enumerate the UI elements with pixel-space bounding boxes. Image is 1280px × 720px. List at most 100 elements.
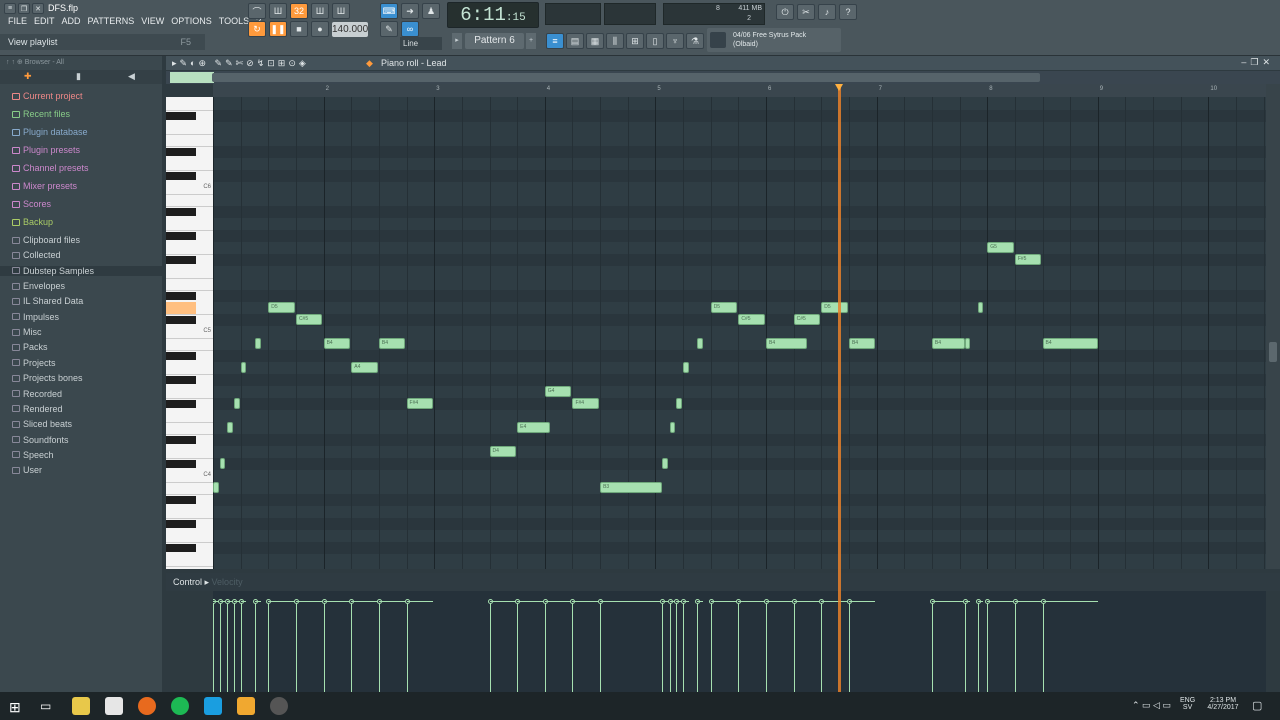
velocity-bar[interactable] <box>323 601 325 692</box>
note[interactable]: F#4 <box>572 398 599 409</box>
note[interactable] <box>697 338 703 349</box>
control-selector[interactable]: Control ▸ Velocity <box>173 577 243 588</box>
playhead[interactable] <box>837 84 841 692</box>
black-key[interactable] <box>166 232 196 240</box>
note[interactable]: B4 <box>848 338 876 349</box>
menu-item[interactable]: PATTERNS <box>88 16 135 30</box>
note[interactable]: B4 <box>1042 338 1098 349</box>
wait-icon[interactable]: ♟ <box>422 3 440 19</box>
note[interactable] <box>255 338 261 349</box>
black-key[interactable] <box>166 376 196 384</box>
velocity-bar[interactable] <box>738 601 740 692</box>
record-button[interactable]: ● <box>311 21 329 37</box>
browser-item[interactable]: Rendered <box>12 404 63 414</box>
velocity-bar[interactable] <box>295 601 297 692</box>
velocity-bar[interactable] <box>987 601 989 692</box>
firefox-icon[interactable] <box>138 697 156 715</box>
render-icon[interactable]: ⚗ <box>686 33 704 49</box>
mixer-icon[interactable]: ⫼ <box>606 33 624 49</box>
velocity-bar[interactable] <box>600 601 602 692</box>
windows-start-icon[interactable]: ⊞ <box>9 699 21 716</box>
note[interactable]: D5 <box>268 302 295 313</box>
velocity-bar[interactable] <box>517 601 519 692</box>
browser-item[interactable]: Channel presets <box>12 163 89 173</box>
tempo-tap-icon[interactable]: ⌒ <box>248 3 266 19</box>
browser-item[interactable]: Clipboard files <box>12 235 80 245</box>
store-icon[interactable] <box>105 697 123 715</box>
piano-roll-tools[interactable]: ▸✎◐⊕ ✎✎✄⊘↯⊡⊞⊙◈ <box>172 58 309 69</box>
black-key[interactable] <box>166 148 196 156</box>
velocity-bar[interactable] <box>669 601 671 692</box>
pattern-add-icon[interactable]: + <box>526 33 536 49</box>
note[interactable]: G5 <box>987 242 1014 253</box>
note[interactable] <box>683 362 689 373</box>
browser-item[interactable]: Scores <box>12 199 51 209</box>
browser-item[interactable]: IL Shared Data <box>12 296 83 306</box>
keyboard-zoom-handle[interactable] <box>170 72 214 83</box>
velocity-bar[interactable] <box>821 601 823 692</box>
note[interactable] <box>662 458 668 469</box>
note[interactable]: C#5 <box>738 314 765 325</box>
velocity-bar[interactable] <box>793 601 795 692</box>
note[interactable]: B4 <box>323 338 351 349</box>
velocity-bar[interactable] <box>848 601 850 692</box>
menu-item[interactable]: ADD <box>62 16 81 30</box>
note[interactable]: A4 <box>351 362 378 373</box>
note[interactable] <box>240 362 247 373</box>
bar-ruler[interactable]: 2 3 4 5 6 7 8 9 10 <box>213 84 1266 97</box>
note[interactable]: D5 <box>821 302 848 313</box>
note[interactable] <box>978 302 984 313</box>
note[interactable]: B3 <box>600 482 663 493</box>
velocity-bar[interactable] <box>255 601 257 692</box>
black-key[interactable] <box>166 292 196 300</box>
piano-roll-window-icon[interactable]: ≡ <box>546 33 564 49</box>
tray-icons[interactable]: ⌃ ▭ ◁ ▭ <box>1132 700 1171 711</box>
help-icon[interactable]: ? <box>839 4 857 20</box>
note[interactable] <box>213 482 219 493</box>
scroll-thumb[interactable] <box>212 73 1040 82</box>
velocity-bar[interactable] <box>489 601 491 692</box>
skype-icon[interactable] <box>204 697 222 715</box>
velocity-bar[interactable] <box>710 601 712 692</box>
language-indicator[interactable]: ENG SV <box>1180 697 1195 711</box>
black-key[interactable] <box>166 316 196 324</box>
note[interactable] <box>227 422 233 433</box>
velocity-bar[interactable] <box>978 601 980 692</box>
velocity-bar[interactable] <box>1014 601 1016 692</box>
note[interactable]: F#4 <box>406 398 434 409</box>
note[interactable]: B4 <box>766 338 807 349</box>
browser-item[interactable]: Plugin presets <box>12 145 80 155</box>
browser-file-icon[interactable]: ▮ <box>76 71 81 82</box>
counter-icon[interactable]: 32 <box>290 3 308 19</box>
typing-keyboard-icon[interactable]: ⌨ <box>380 3 398 19</box>
browser-window-icon[interactable]: ▯ <box>646 33 664 49</box>
pattern-selector[interactable]: Pattern 6 <box>465 33 524 49</box>
velocity-bar[interactable] <box>697 601 699 692</box>
velocity-bar[interactable] <box>931 601 933 692</box>
loop-mode-button[interactable]: ↻ <box>248 21 266 37</box>
pause-button[interactable]: ❚❚ <box>269 21 287 37</box>
note[interactable] <box>234 398 240 409</box>
cut-icon[interactable]: ✂ <box>797 4 815 20</box>
velocity-bar[interactable] <box>227 601 229 692</box>
file-explorer-icon[interactable] <box>72 697 90 715</box>
browser-item[interactable]: Impulses <box>12 312 59 322</box>
black-key[interactable] <box>166 352 196 360</box>
velocity-bar[interactable] <box>378 601 380 692</box>
touch-keyboard-icon[interactable]: ♆ <box>666 33 684 49</box>
browser-item[interactable]: Projects bones <box>12 373 83 383</box>
browser-item[interactable]: Dubstep Samples <box>0 265 162 276</box>
step-arrow-icon[interactable]: ➜ <box>401 3 419 19</box>
note[interactable]: B4 <box>931 338 966 349</box>
browser-speaker-icon[interactable]: ◀ <box>128 71 135 82</box>
menu-item[interactable]: FILE <box>8 16 27 30</box>
note[interactable]: G4 <box>544 386 572 397</box>
velocity-bar[interactable] <box>219 601 221 692</box>
restore-icon[interactable]: ❐ <box>18 3 30 14</box>
notifications-icon[interactable]: ▢ <box>1252 699 1262 712</box>
browser-item[interactable]: Backup <box>12 217 53 227</box>
browser-item[interactable]: Speech <box>12 450 54 460</box>
browser-item[interactable]: Plugin database <box>12 127 88 137</box>
note[interactable] <box>676 398 682 409</box>
velocity-bar[interactable] <box>965 601 967 692</box>
